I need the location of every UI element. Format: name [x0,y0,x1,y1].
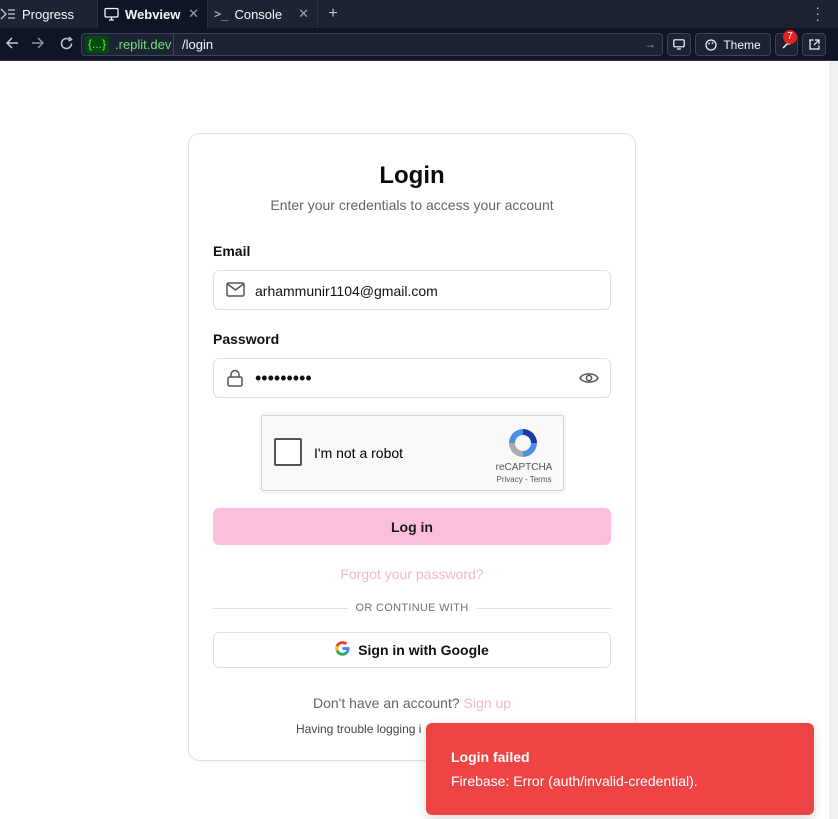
eye-icon[interactable] [579,371,599,390]
recaptcha-logo-icon [506,426,540,465]
notification-badge: 7 [783,30,797,44]
password-field[interactable]: ••••••••• [213,358,611,398]
login-button[interactable]: Log in [213,508,611,545]
divider-line-right [477,608,611,609]
toast-title: Login failed [451,749,530,765]
url-bar[interactable]: {...} .replit.dev /login → [81,33,663,56]
recaptcha-label: I'm not a robot [314,445,404,461]
close-icon[interactable]: ✕ [298,6,309,22]
new-tab-button[interactable]: + [318,0,348,28]
tab-webview-label: Webview [125,6,181,22]
signup-link[interactable]: Sign up [464,695,511,711]
terminal-icon: >_ [214,7,229,21]
recaptcha-brand: reCAPTCHA [495,462,553,473]
password-value: ••••••••• [255,368,312,388]
monitor-icon [673,39,685,50]
tab-console-label: Console [234,6,283,22]
tab-webview[interactable]: Webview ✕ [98,0,208,28]
right-edge-strip [829,61,838,819]
theme-label: Theme [723,37,761,52]
no-account-text: Don't have an account? [312,695,460,711]
workspace-tab-bar: Progress Webview ✕ >_ Console ✕ + · · · [0,0,838,28]
error-toast[interactable]: Login failed Firebase: Error (auth/inval… [426,723,814,815]
signup-row: Don't have an account? Sign up [189,695,635,711]
forward-arrow-icon[interactable] [31,36,45,54]
email-field[interactable]: arhammunir1104@gmail.com [213,270,611,310]
google-button-label: Sign in with Google [358,642,489,658]
more-options-icon[interactable]: · · · [815,0,820,26]
device-preview-button[interactable] [667,33,691,56]
toast-message: Firebase: Error (auth/invalid-credential… [451,773,698,789]
mail-icon [226,282,245,302]
recaptcha-widget: I'm not a robot reCAPTCHA Privacy - Term… [261,415,564,491]
url-divider [173,34,174,55]
monitor-icon [104,7,119,21]
tab-progress[interactable]: Progress [0,0,98,28]
reload-icon[interactable] [59,36,74,55]
browser-address-row: {...} .replit.dev /login → Theme [0,28,838,61]
theme-button[interactable]: Theme [695,33,771,56]
tab-console[interactable]: >_ Console ✕ [208,0,318,28]
email-value: arhammunir1104@gmail.com [255,283,438,299]
google-icon [335,641,350,659]
page-title: Login [379,162,445,189]
recaptcha-checkbox[interactable] [274,438,302,466]
palette-icon [705,38,717,51]
close-icon[interactable]: ✕ [188,6,199,22]
lock-icon [226,369,244,392]
go-arrow-icon[interactable]: → [644,36,656,53]
progress-icon [0,7,16,21]
forgot-password-link[interactable]: Forgot your password? [189,566,635,582]
google-signin-button[interactable]: Sign in with Google [213,632,611,668]
open-new-window-button[interactable] [802,33,826,56]
url-domain: .replit.dev [115,37,172,52]
url-path[interactable]: /login [182,36,213,53]
dev-domain-chip: {...} [85,36,110,53]
page-subtitle: Enter your credentials to access your ac… [270,197,554,213]
login-card: Login Enter your credentials to access y… [188,133,636,761]
external-link-icon [808,39,820,50]
tab-progress-label: Progress [22,6,75,22]
recaptcha-privacy-terms[interactable]: Privacy - Terms [492,475,556,484]
email-label: Email [213,243,251,259]
password-label: Password [213,331,280,347]
back-arrow-icon[interactable] [5,36,19,54]
trouble-logging-text: Having trouble logging i [296,722,422,736]
